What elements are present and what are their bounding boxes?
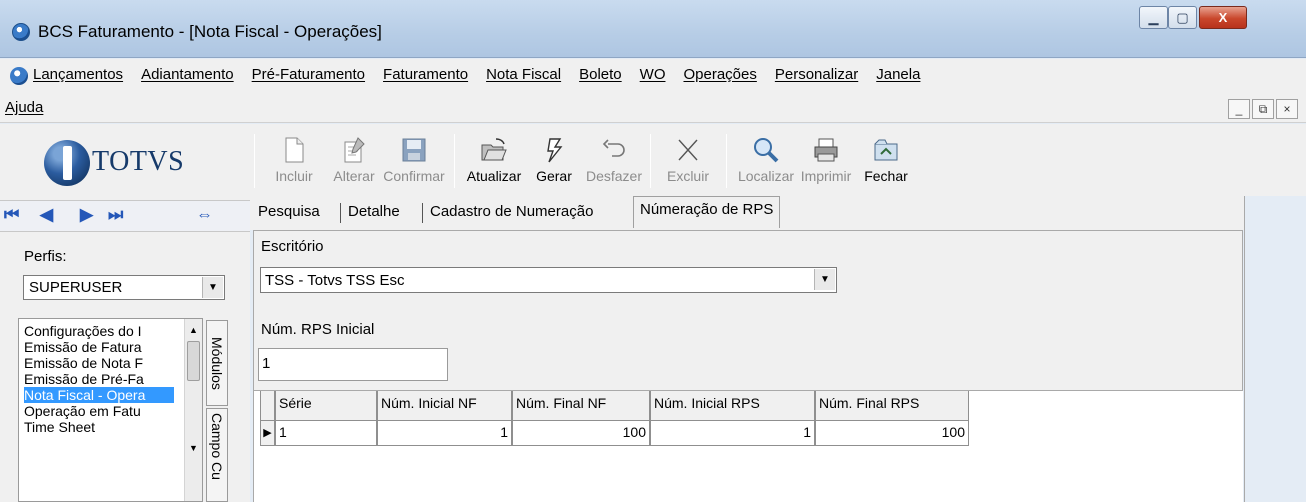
list-item[interactable]: Configurações do I bbox=[24, 323, 174, 339]
fechar-button[interactable]: Fechar bbox=[856, 128, 916, 192]
column-header[interactable]: Núm. Inicial NF bbox=[377, 391, 512, 421]
rps-form: Escritório TSS - Totvs TSS Esc ▼ Núm. RP… bbox=[253, 230, 1243, 390]
mdi-restore-button[interactable]: ⧉ bbox=[1252, 99, 1274, 119]
right-panel bbox=[1244, 196, 1306, 502]
list-item[interactable]: Emissão de Pré-Fa bbox=[24, 371, 174, 387]
module-scrollbar[interactable]: ▲ ▼ bbox=[184, 319, 202, 501]
new-document-icon bbox=[285, 137, 304, 163]
logo-area: TOTVS bbox=[0, 124, 250, 196]
menu-ajuda[interactable]: Ajuda bbox=[5, 99, 43, 116]
mdi-window-buttons: _ ⧉ × bbox=[1226, 99, 1298, 119]
window-title: BCS Faturamento - [Nota Fiscal - Operaçõ… bbox=[38, 22, 382, 41]
module-list[interactable]: Configurações do I Emissão de Fatura Emi… bbox=[18, 318, 203, 502]
mdi-app-icon[interactable] bbox=[10, 67, 28, 85]
sync-icon[interactable]: ⇔ bbox=[196, 205, 213, 225]
menu-operacoes[interactable]: Operações bbox=[683, 66, 756, 83]
delete-x-icon bbox=[678, 139, 698, 161]
totvs-logo-icon bbox=[44, 140, 90, 186]
confirmar-button[interactable]: Confirmar bbox=[383, 128, 445, 192]
table-cell[interactable]: 100 bbox=[815, 421, 969, 446]
app-icon bbox=[12, 23, 30, 41]
list-item[interactable]: Emissão de Nota F bbox=[24, 355, 174, 371]
menu-lancamentos[interactable]: Lançamentos bbox=[33, 66, 123, 83]
rps-inicial-label: Núm. RPS Inicial bbox=[261, 321, 375, 338]
tab-modulos[interactable]: Módulos bbox=[206, 320, 228, 406]
table-cell[interactable]: 100 bbox=[512, 421, 650, 446]
table-cell[interactable]: 1 bbox=[650, 421, 815, 446]
column-header[interactable]: Núm. Final NF bbox=[512, 391, 650, 421]
rps-inicial-input[interactable]: 1 bbox=[258, 348, 448, 381]
next-record-icon[interactable]: ▶ bbox=[80, 205, 93, 225]
menu-pre-faturamento[interactable]: Pré-Faturamento bbox=[252, 66, 365, 83]
close-button[interactable]: X bbox=[1199, 6, 1247, 29]
tab-pesquisa[interactable]: Pesquisa bbox=[252, 200, 326, 226]
menu-nota-fiscal[interactable]: Nota Fiscal bbox=[486, 66, 561, 83]
menu-personalizar[interactable]: Personalizar bbox=[775, 66, 858, 83]
menu-bar: Lançamentos Adiantamento Pré-Faturamento… bbox=[0, 59, 1306, 123]
scroll-down-icon[interactable]: ▼ bbox=[185, 439, 202, 456]
chevron-down-icon[interactable]: ▼ bbox=[814, 269, 835, 290]
left-panel: TOTVS ⏮ ◀ ▶ ⏭ ⇔ Perfis: SUPERUSER ▼ Conf… bbox=[0, 124, 250, 502]
column-header[interactable]: Núm. Final RPS bbox=[815, 391, 969, 421]
profile-value: SUPERUSER bbox=[29, 279, 123, 296]
profile-label: Perfis: bbox=[24, 248, 67, 265]
tab-detalhe[interactable]: Detalhe bbox=[342, 200, 406, 226]
title-bar: BCS Faturamento - [Nota Fiscal - Operaçõ… bbox=[0, 0, 1306, 58]
search-icon bbox=[754, 138, 779, 163]
table-cell[interactable]: 1 bbox=[275, 421, 377, 446]
tab-numeracao-rps[interactable]: Númeração de RPS bbox=[633, 196, 781, 228]
record-navigator: ⏮ ◀ ▶ ⏭ ⇔ bbox=[0, 200, 250, 232]
scroll-up-icon[interactable]: ▲ bbox=[185, 321, 202, 338]
list-item-selected[interactable]: Nota Fiscal - Opera bbox=[24, 387, 174, 403]
first-record-icon[interactable]: ⏮ bbox=[4, 205, 19, 225]
tab-separator bbox=[340, 203, 341, 223]
escritorio-label: Escritório bbox=[261, 238, 324, 255]
grid-corner bbox=[260, 391, 275, 421]
undo-icon bbox=[602, 139, 625, 157]
tab-separator bbox=[422, 203, 423, 223]
save-icon bbox=[402, 138, 426, 162]
row-indicator-icon[interactable]: ▶ bbox=[260, 421, 275, 446]
mdi-close-button[interactable]: × bbox=[1276, 99, 1298, 119]
excluir-button[interactable]: Excluir bbox=[658, 128, 718, 192]
toolbar: Incluir Alterar Confirmar Atualizar Gera… bbox=[250, 124, 1306, 196]
menu-boleto[interactable]: Boleto bbox=[579, 66, 622, 83]
list-item[interactable]: Emissão de Fatura bbox=[24, 339, 174, 355]
escritorio-value: TSS - Totvs TSS Esc bbox=[265, 272, 405, 289]
lightning-icon bbox=[547, 138, 563, 163]
edit-document-icon bbox=[344, 137, 365, 163]
list-item[interactable]: Operação em Fatu bbox=[24, 403, 174, 419]
tab-cadastro-numeracao[interactable]: Cadastro de Numeração bbox=[424, 200, 599, 226]
menu-wo[interactable]: WO bbox=[640, 66, 666, 83]
column-header[interactable]: Núm. Inicial RPS bbox=[650, 391, 815, 421]
list-item[interactable]: Time Sheet bbox=[24, 419, 174, 435]
mdi-minimize-button[interactable]: _ bbox=[1228, 99, 1250, 119]
open-folder-icon bbox=[481, 138, 507, 161]
logo-text: TOTVS bbox=[92, 146, 185, 177]
menu-adiantamento[interactable]: Adiantamento bbox=[141, 66, 234, 83]
printer-icon bbox=[814, 138, 838, 162]
scroll-thumb[interactable] bbox=[187, 341, 200, 381]
profile-select[interactable]: SUPERUSER ▼ bbox=[23, 275, 225, 300]
rps-grid: Série Núm. Inicial NF Núm. Final NF Núm.… bbox=[253, 390, 1243, 502]
close-folder-icon bbox=[874, 139, 898, 161]
menu-janela[interactable]: Janela bbox=[876, 66, 920, 83]
tab-campo-customizado[interactable]: Campo Cu bbox=[206, 408, 228, 502]
tab-strip: Pesquisa Detalhe Cadastro de Numeração N… bbox=[250, 196, 1306, 230]
menu-items: Lançamentos Adiantamento Pré-Faturamento… bbox=[33, 66, 938, 83]
table-cell[interactable]: 1 bbox=[377, 421, 512, 446]
maximize-button[interactable]: ▢ bbox=[1168, 6, 1197, 29]
chevron-down-icon[interactable]: ▼ bbox=[202, 277, 223, 298]
desfazer-button[interactable]: Desfazer bbox=[584, 128, 644, 192]
menu-faturamento[interactable]: Faturamento bbox=[383, 66, 468, 83]
prev-record-icon[interactable]: ◀ bbox=[40, 205, 53, 225]
column-header[interactable]: Série bbox=[275, 391, 377, 421]
minimize-button[interactable]: ▁ bbox=[1139, 6, 1168, 29]
last-record-icon[interactable]: ⏭ bbox=[108, 205, 123, 225]
profile-panel: Perfis: SUPERUSER ▼ bbox=[18, 242, 250, 317]
escritorio-select[interactable]: TSS - Totvs TSS Esc ▼ bbox=[260, 267, 837, 293]
